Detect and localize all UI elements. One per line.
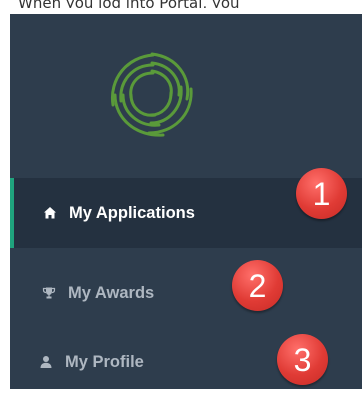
sidebar-item-my-awards[interactable]: My Awards: [10, 258, 362, 328]
user-icon: [40, 356, 52, 368]
home-icon: [44, 207, 56, 219]
caption-text: When you log into Portal, you: [0, 0, 362, 8]
callout-badge-2: 2: [232, 260, 283, 311]
sidebar-item-label: My Applications: [69, 203, 195, 222]
portal-logo: [110, 52, 193, 137]
callout-badge-3: 3: [277, 334, 328, 385]
sidebar-item-label: My Awards: [68, 283, 155, 302]
sidebar-item-label: My Profile: [65, 352, 144, 371]
callout-badge-1: 1: [296, 168, 347, 219]
trophy-icon: [42, 287, 56, 299]
